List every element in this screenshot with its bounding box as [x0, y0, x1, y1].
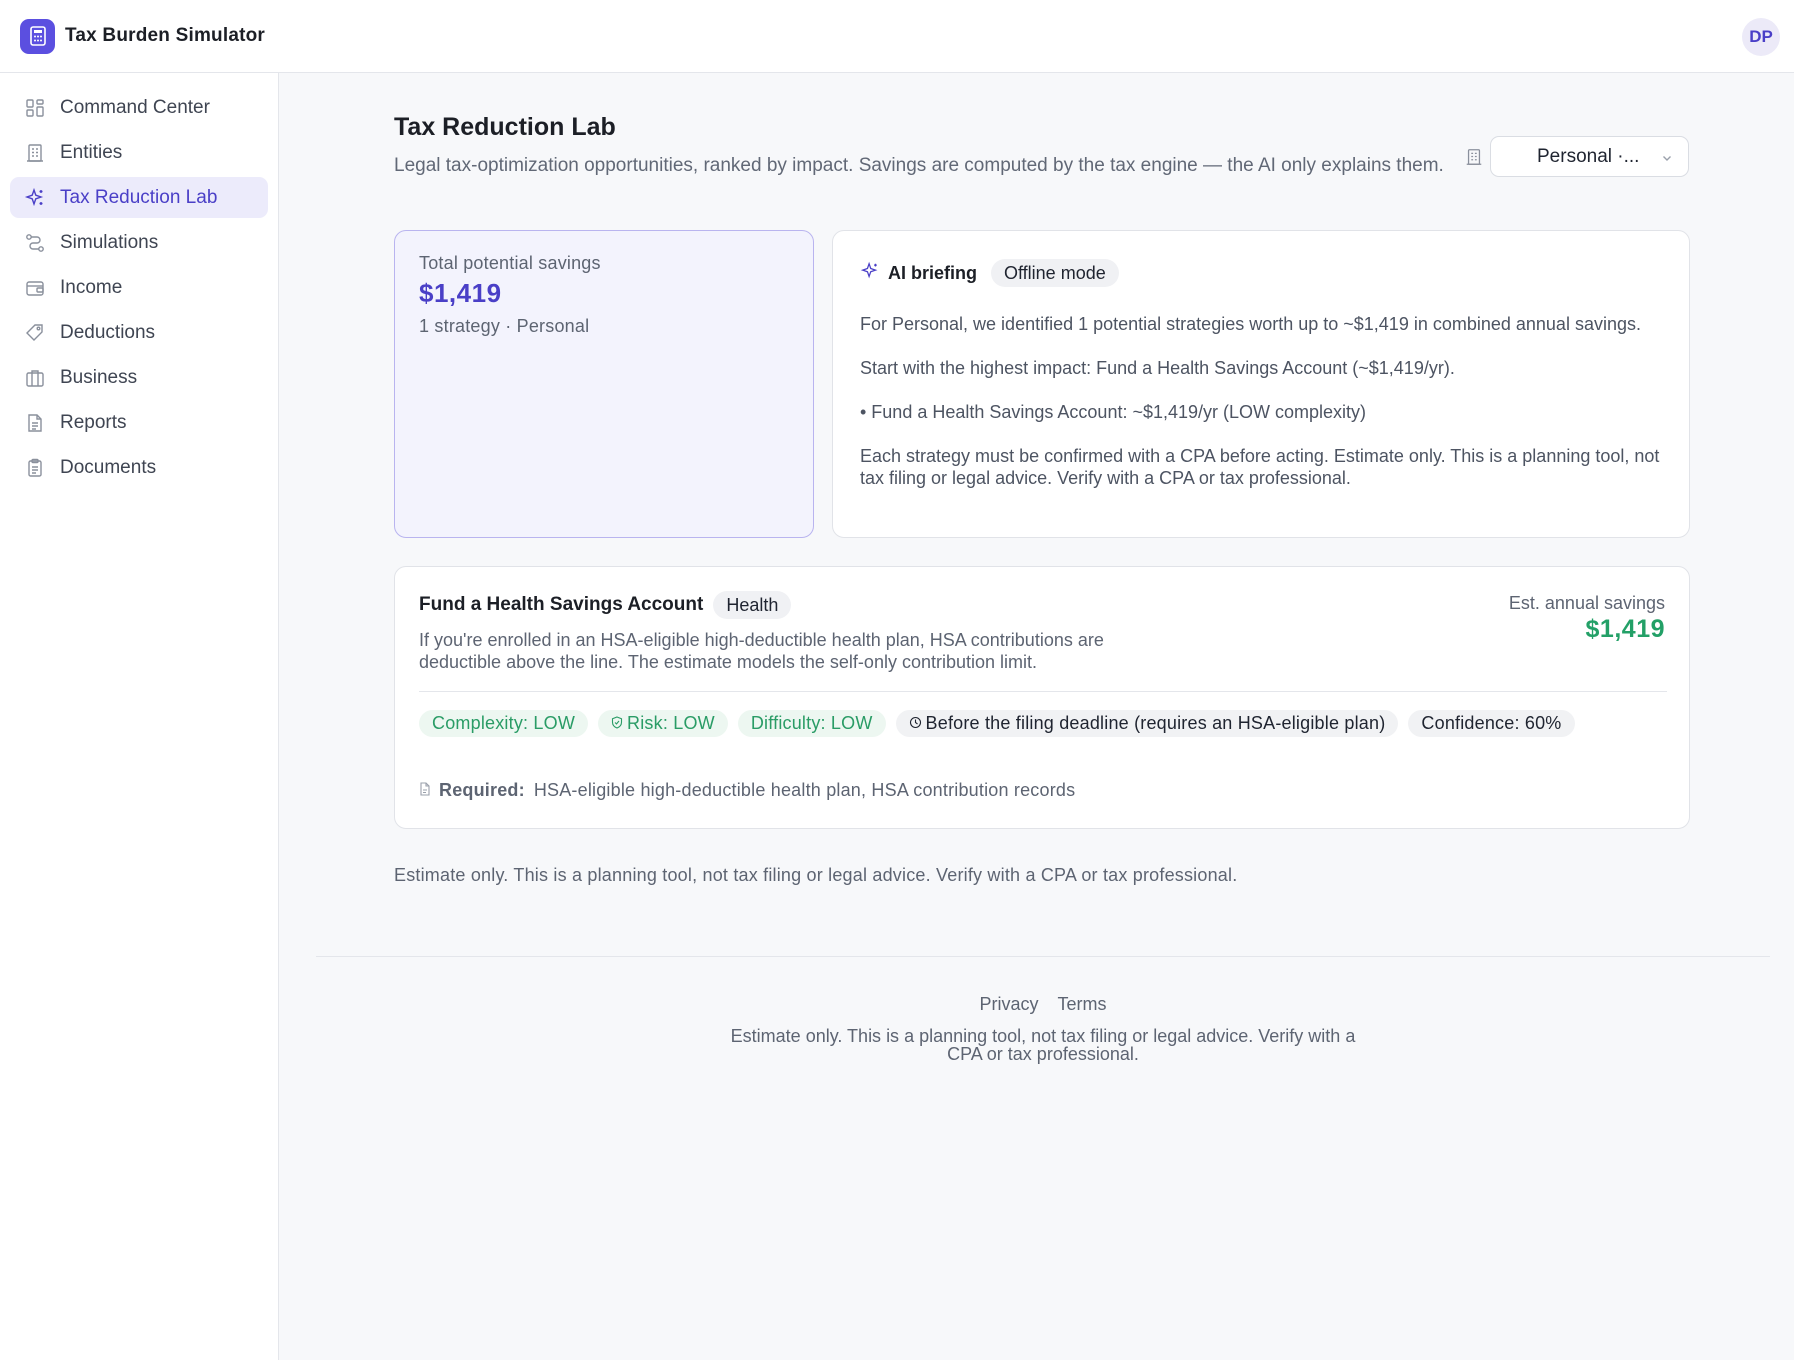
required-value: HSA-eligible high-deductible health plan…	[533, 780, 1076, 800]
sidebar-item-label: Reports	[60, 411, 127, 433]
total-savings-card: Total potential savings $1,419 1 strateg…	[394, 230, 814, 538]
page-subtitle: Legal tax-optimization opportunities, ra…	[394, 155, 1444, 176]
strategy-tags: Complexity: LOW Risk: LOW Difficulty: LO…	[419, 710, 1619, 737]
sidebar: Command Center Entities Tax Reduction La…	[0, 73, 279, 1360]
route-icon	[24, 232, 46, 254]
ai-briefing-paragraph: Each strategy must be confirmed with a C…	[860, 446, 1660, 488]
required-label: Required:	[439, 780, 525, 800]
tag-icon	[24, 322, 46, 344]
sidebar-item-tax-reduction-lab[interactable]: Tax Reduction Lab	[10, 177, 268, 218]
deadline-tag: Before the filing deadline (requires an …	[895, 710, 1399, 737]
sidebar-item-deductions[interactable]: Deductions	[10, 312, 268, 353]
sidebar-item-label: Income	[60, 276, 123, 298]
sparkle-icon	[860, 261, 880, 286]
page-title: Tax Reduction Lab	[394, 113, 616, 141]
risk-tag: Risk: LOW	[598, 710, 728, 737]
risk-tag-label: Risk: LOW	[627, 713, 715, 733]
sidebar-item-label: Deductions	[60, 321, 156, 343]
dashboard-icon	[24, 97, 46, 119]
sidebar-item-simulations[interactable]: Simulations	[10, 222, 268, 263]
footer-divider	[316, 956, 1770, 957]
clipboard-icon	[24, 457, 46, 479]
sidebar-item-entities[interactable]: Entities	[10, 132, 268, 173]
total-savings-meta: 1 strategy · Personal	[419, 316, 590, 336]
shield-icon	[611, 713, 627, 734]
building-icon	[1464, 147, 1484, 167]
clock-icon	[909, 713, 926, 734]
strategy-header: Fund a Health Savings Account Health	[419, 591, 792, 619]
chevron-down-icon	[1660, 149, 1674, 163]
strategy-description: If you're enrolled in an HSA-eligible hi…	[419, 630, 1104, 672]
sidebar-item-business[interactable]: Business	[10, 357, 268, 398]
disclaimer: Estimate only. This is a planning tool, …	[394, 865, 1238, 885]
strategy-title: Fund a Health Savings Account	[419, 594, 704, 615]
entity-select[interactable]: Personal ·...	[1490, 136, 1689, 177]
ai-briefing-body: For Personal, we identified 1 potential …	[860, 313, 1668, 511]
app-title: Tax Burden Simulator	[65, 25, 266, 46]
building-icon	[24, 142, 46, 164]
sidebar-item-income[interactable]: Income	[10, 267, 268, 308]
main-content: Tax Reduction Lab Legal tax-optimization…	[280, 73, 1794, 1360]
top-bar: Tax Burden Simulator DP	[0, 0, 1794, 73]
required-docs: Required: HSA-eligible high-deductible h…	[419, 780, 1075, 801]
difficulty-tag: Difficulty: LOW	[737, 710, 886, 737]
ai-briefing-card: AI briefing Offline mode For Personal, w…	[832, 230, 1690, 538]
ai-briefing-paragraph: For Personal, we identified 1 potential …	[860, 314, 1641, 334]
entity-select-value: Personal ·...	[1537, 145, 1640, 167]
sidebar-item-label: Entities	[60, 141, 123, 163]
total-savings-value: $1,419	[419, 278, 502, 308]
document-icon	[24, 412, 46, 434]
file-icon	[419, 780, 431, 801]
avatar[interactable]: DP	[1742, 18, 1780, 56]
briefcase-icon	[24, 367, 46, 389]
strategy-card[interactable]: Fund a Health Savings Account Health If …	[394, 566, 1690, 829]
sparkle-icon	[24, 187, 46, 209]
ai-briefing-paragraph: Start with the highest impact: Fund a He…	[860, 358, 1455, 378]
wallet-icon	[24, 277, 46, 299]
category-badge: Health	[713, 591, 792, 619]
sidebar-item-label: Business	[60, 366, 138, 388]
est-savings-value: $1,419	[1585, 615, 1665, 643]
footer-links: Privacy Terms	[280, 994, 1794, 1015]
privacy-link[interactable]: Privacy	[979, 994, 1038, 1014]
ai-briefing-paragraph: • Fund a Health Savings Account: ~$1,419…	[860, 402, 1367, 422]
sidebar-item-label: Tax Reduction Lab	[60, 186, 218, 208]
confidence-tag: Confidence: 60%	[1408, 710, 1575, 737]
footer-note: Estimate only. This is a planning tool, …	[730, 1026, 1356, 1064]
ai-briefing-title: AI briefing	[888, 262, 977, 283]
divider	[419, 691, 1667, 692]
est-savings-label: Est. annual savings	[1508, 593, 1665, 613]
sidebar-item-label: Command Center	[60, 96, 210, 118]
sidebar-item-reports[interactable]: Reports	[10, 402, 268, 443]
complexity-tag: Complexity: LOW	[419, 710, 589, 737]
calculator-icon[interactable]	[20, 18, 55, 54]
deadline-tag-label: Before the filing deadline (requires an …	[925, 713, 1386, 733]
sidebar-item-label: Simulations	[60, 231, 159, 253]
sidebar-item-command-center[interactable]: Command Center	[10, 87, 268, 128]
terms-link[interactable]: Terms	[1058, 994, 1107, 1014]
ai-briefing-header: AI briefing Offline mode	[860, 259, 1119, 287]
sidebar-item-label: Documents	[60, 456, 157, 478]
offline-mode-badge: Offline mode	[991, 259, 1119, 287]
total-savings-label: Total potential savings	[419, 253, 601, 273]
sidebar-item-documents[interactable]: Documents	[10, 447, 268, 488]
